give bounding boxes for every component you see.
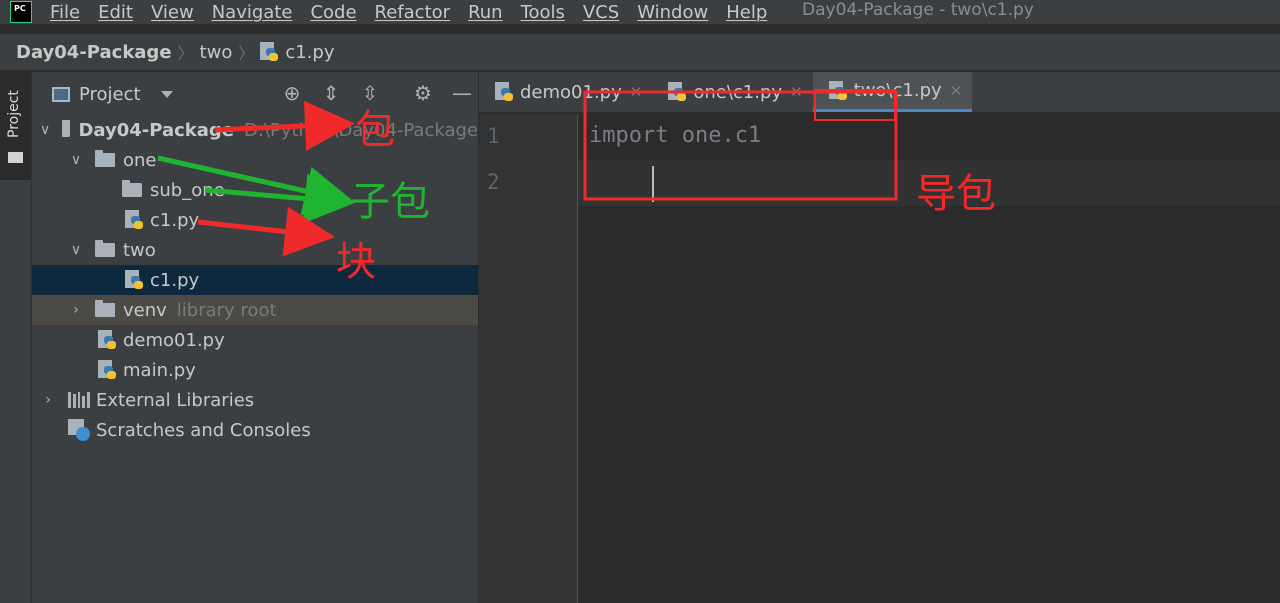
folder-icon [95,150,115,167]
menu-edit[interactable]: Edit [98,2,133,23]
panel-toolbar: ⊕ ⇕ ⇳ ⚙ — [280,80,474,106]
tree-row-two[interactable]: ∨ two [32,235,478,265]
breadcrumb-file[interactable]: c1.py [285,42,334,63]
close-icon[interactable]: ✕ [950,82,963,100]
tree-label-main: main.py [123,359,196,381]
menu-vcs[interactable]: VCS [583,2,619,23]
tree-row-demo01[interactable]: demo01.py [32,325,478,355]
python-file-icon [495,82,513,102]
menu-items: File Edit View Navigate Code Refactor Ru… [50,2,785,23]
library-icon [68,392,90,408]
project-window-icon [52,86,70,102]
gear-icon[interactable]: ⚙ [411,80,435,106]
line-number-gutter: 1 2 [479,114,578,603]
python-file-icon [125,210,143,230]
folder-icon [95,240,115,257]
menu-bar: PC File Edit View Navigate Code Refactor… [0,0,1280,24]
menu-window[interactable]: Window [637,2,708,23]
chevron-down-icon[interactable]: ∨ [40,122,50,138]
tree-label-two: two [123,239,156,261]
python-file-icon [98,360,116,380]
menu-tools[interactable]: Tools [521,2,565,23]
annotation-import-package: 导包 [916,171,996,217]
chevron-right-icon[interactable]: › [68,302,84,318]
project-panel-title[interactable]: Project [79,84,141,105]
expand-all-icon[interactable]: ⇕ [319,80,343,106]
pycharm-logo-icon: PC [10,1,32,23]
project-tool-label: Project [6,90,22,138]
close-icon[interactable]: ✕ [790,83,803,101]
tree-label-two-c1: c1.py [150,269,200,291]
tree-label-scratches: Scratches and Consoles [96,419,311,441]
menu-file[interactable]: File [50,2,80,23]
chevron-down-icon[interactable] [160,90,173,98]
tree-row-main[interactable]: main.py [32,355,478,385]
menu-code[interactable]: Code [310,2,356,23]
python-file-icon [668,82,687,102]
tab-label: demo01.py [520,81,622,103]
line-number: 1 [487,124,500,148]
tree-row-external-libraries[interactable]: › External Libraries [32,385,478,415]
window-title: Day04-Package - two\c1.py [802,0,1034,20]
editor-tabs: demo01.py ✕ one\c1.py ✕ two\c1.py ✕ [479,72,1280,112]
tab-demo01[interactable]: demo01.py ✕ [479,72,652,112]
folder-icon [62,120,71,137]
chevron-right-icon[interactable]: › [40,392,56,408]
menu-navigate[interactable]: Navigate [212,2,293,23]
python-file-icon [98,330,116,350]
locate-icon[interactable]: ⊕ [280,80,304,106]
annotation-package: 包 [355,107,395,153]
breadcrumb-project[interactable]: Day04-Package [16,42,172,63]
menu-help[interactable]: Help [726,2,767,23]
tree-label-external-libraries: External Libraries [96,389,255,411]
code-line[interactable]: import one.c1 [589,123,761,148]
minimize-icon[interactable]: — [450,80,474,106]
project-panel-header: Project ⊕ ⇕ ⇳ ⚙ — [32,72,478,116]
project-tree: ∨ Day04-Package D:\Python\Day04-Package … [32,115,478,445]
python-file-icon [828,80,847,101]
folder-icon [95,300,115,317]
project-tool-tab[interactable]: Project [0,72,31,180]
venv-library-root-hint: library root [176,299,277,321]
python-file-icon [125,270,143,290]
tree-label-one-c1: c1.py [150,209,200,231]
collapse-all-icon[interactable]: ⇳ [358,80,382,106]
annotation-module: 块 [336,239,376,285]
tab-one-c1[interactable]: one\c1.py ✕ [652,72,812,112]
tab-two-c1[interactable]: two\c1.py ✕ [812,72,973,112]
menu-run[interactable]: Run [468,2,503,23]
tree-row-venv[interactable]: › venv library root [32,295,478,325]
tree-row-one[interactable]: ∨ one [32,145,478,175]
folder-icon [122,180,142,197]
tree-label-root: Day04-Package [78,119,234,141]
text-caret [652,166,654,202]
folder-icon [8,152,23,163]
tree-row-scratches[interactable]: Scratches and Consoles [32,415,478,445]
scratches-icon [68,419,90,441]
chevron-down-icon[interactable]: ∨ [68,152,84,168]
tree-row-root[interactable]: ∨ Day04-Package D:\Python\Day04-Package [32,115,478,145]
tab-label: two\c1.py [853,80,942,101]
tool-window-stripe: Project [0,72,32,603]
chevron-down-icon[interactable]: ∨ [68,242,84,258]
line-number: 2 [487,170,500,194]
breadcrumb: Day04-Package 〉 two 〉 c1.py [0,34,1280,70]
tree-label-one: one [123,149,157,171]
editor-area: demo01.py ✕ one\c1.py ✕ two\c1.py ✕ 1 2 … [479,72,1280,603]
tree-label-sub-one: sub_one [150,179,225,201]
chevron-right-icon: 〉 [238,44,255,63]
breadcrumb-folder[interactable]: two [200,42,233,63]
annotation-subpackage: 子包 [350,179,430,225]
tab-label: one\c1.py [693,81,783,103]
python-file-icon [260,42,279,62]
tree-label-demo01: demo01.py [123,329,225,351]
project-panel: Project ⊕ ⇕ ⇳ ⚙ — ∨ Day04-Package D:\Pyt… [32,72,478,603]
menu-refactor[interactable]: Refactor [375,2,451,23]
tree-row-two-c1[interactable]: c1.py [32,265,478,295]
tree-label-venv: venv [123,299,167,321]
close-icon[interactable]: ✕ [630,83,643,101]
chevron-right-icon: 〉 [177,44,194,63]
menu-view[interactable]: View [151,2,194,23]
